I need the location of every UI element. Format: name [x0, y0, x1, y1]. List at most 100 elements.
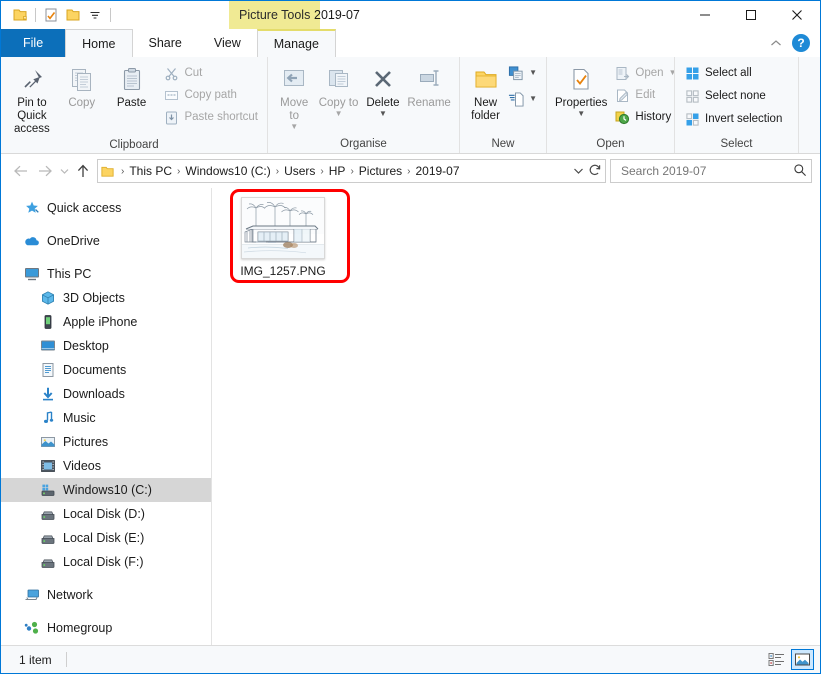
sidebar-item-homegroup[interactable]: Homegroup: [1, 616, 211, 640]
search-icon[interactable]: [793, 163, 807, 180]
easy-access-button[interactable]: ▼: [505, 89, 540, 109]
large-icons-view-button[interactable]: [791, 649, 814, 670]
copy-icon: [67, 63, 97, 97]
copy-path-button[interactable]: Copy path: [160, 85, 261, 105]
breadcrumb-item-hp[interactable]: HP: [325, 164, 350, 178]
open-button[interactable]: Open ▼: [611, 63, 679, 83]
easy-access-chevron-down-icon[interactable]: ▼: [529, 95, 537, 103]
select-none-icon: [684, 88, 700, 104]
file-list-pane[interactable]: IMG_1257.PNG: [212, 188, 820, 645]
sidebar-item-onedrive[interactable]: OneDrive: [1, 229, 211, 253]
sidebar-item-label: Local Disk (F:): [63, 555, 144, 569]
invert-selection-button[interactable]: Invert selection: [681, 109, 785, 129]
sidebar-item-network[interactable]: Network: [1, 583, 211, 607]
forward-button[interactable]: [33, 159, 57, 183]
apple-iphone-icon: [39, 314, 56, 331]
copy-label: Copy: [68, 97, 95, 110]
refresh-icon[interactable]: [588, 163, 602, 180]
sidebar-item-local-disk-d[interactable]: Local Disk (D:): [1, 502, 211, 526]
ribbon-tab-strip-actions: ?: [766, 29, 818, 57]
sidebar-item-3d-objects[interactable]: 3D Objects: [1, 286, 211, 310]
history-button[interactable]: History: [611, 107, 679, 127]
sidebar-item-windows10-c[interactable]: Windows10 (C:): [1, 478, 211, 502]
details-view-button[interactable]: [765, 649, 788, 670]
scissors-icon: [163, 65, 179, 81]
drive-icon: [39, 506, 56, 523]
move-to-chevron-down-icon[interactable]: ▼: [290, 123, 298, 131]
sidebar-item-label: Downloads: [63, 387, 125, 401]
copy-to-button[interactable]: Copy to ▼: [316, 61, 360, 118]
new-folder-icon[interactable]: [62, 4, 84, 26]
delete-chevron-down-icon[interactable]: ▼: [379, 110, 387, 118]
breadcrumb-item-this-pc[interactable]: This PC: [125, 164, 176, 178]
help-icon[interactable]: ?: [792, 34, 810, 52]
cut-button[interactable]: Cut: [160, 63, 261, 83]
sidebar-item-videos[interactable]: Videos: [1, 454, 211, 478]
maximize-button[interactable]: [728, 1, 774, 29]
status-bar: 1 item: [1, 645, 820, 673]
back-button[interactable]: [9, 159, 33, 183]
paste-button[interactable]: Paste: [107, 61, 157, 110]
sidebar-item-documents[interactable]: Documents: [1, 358, 211, 382]
tab-share[interactable]: Share: [133, 29, 198, 57]
pin-to-quick-access-button[interactable]: Pin to Quick access: [7, 61, 57, 136]
edit-button[interactable]: Edit: [611, 85, 679, 105]
list-item-label: IMG_1257.PNG: [240, 264, 325, 278]
edit-icon: [614, 87, 630, 103]
sidebar-item-downloads[interactable]: Downloads: [1, 382, 211, 406]
breadcrumb-item-users[interactable]: Users: [280, 164, 319, 178]
properties-button[interactable]: Properties ▼: [553, 61, 609, 118]
search-box[interactable]: [610, 159, 812, 183]
sidebar-item-apple-iphone[interactable]: Apple iPhone: [1, 310, 211, 334]
sidebar-item-label: Videos: [63, 459, 101, 473]
search-input[interactable]: [619, 163, 793, 179]
easy-access-icon: [508, 91, 524, 107]
sidebar-item-desktop[interactable]: Desktop: [1, 334, 211, 358]
breadcrumb-item-2019-07[interactable]: 2019-07: [411, 164, 463, 178]
tab-manage[interactable]: Manage: [257, 29, 336, 57]
sidebar-item-local-disk-f[interactable]: Local Disk (F:): [1, 550, 211, 574]
new-folder-check-icon[interactable]: [40, 4, 62, 26]
sidebar-item-pictures[interactable]: Pictures: [1, 430, 211, 454]
tab-view[interactable]: View: [198, 29, 257, 57]
paste-icon: [117, 63, 147, 97]
tab-file[interactable]: File: [1, 29, 65, 57]
minimize-button[interactable]: [682, 1, 728, 29]
sidebar-item-local-disk-e[interactable]: Local Disk (E:): [1, 526, 211, 550]
sidebar-item-music[interactable]: Music: [1, 406, 211, 430]
paste-label: Paste: [117, 97, 146, 110]
copy-button[interactable]: Copy: [57, 61, 107, 110]
up-button[interactable]: [71, 159, 95, 183]
move-to-button[interactable]: Move to ▼: [272, 61, 316, 131]
list-item[interactable]: IMG_1257.PNG: [226, 191, 340, 278]
select-none-button[interactable]: Select none: [681, 86, 785, 106]
sidebar-item-quick-access[interactable]: Quick access: [1, 196, 211, 220]
address-path-box[interactable]: › This PC › Windows10 (C:) › Users › HP …: [97, 159, 606, 183]
recent-locations-button[interactable]: [57, 159, 71, 183]
address-chevron-down-icon[interactable]: [573, 164, 584, 178]
new-item-button[interactable]: ▼: [505, 63, 540, 83]
close-button[interactable]: [774, 1, 820, 29]
new-folder-button[interactable]: New folder: [466, 61, 505, 123]
folder-properties-icon[interactable]: [9, 4, 31, 26]
file-thumbnail: [241, 197, 325, 259]
collapse-ribbon-icon[interactable]: [766, 33, 786, 53]
rename-button[interactable]: Rename: [405, 61, 453, 110]
drive-icon: [39, 554, 56, 571]
sidebar-item-label: Documents: [63, 363, 126, 377]
new-item-chevron-down-icon[interactable]: ▼: [529, 69, 537, 77]
paste-shortcut-button[interactable]: Paste shortcut: [160, 107, 261, 127]
breadcrumb-item-pictures[interactable]: Pictures: [355, 164, 406, 178]
customize-qat-icon[interactable]: [84, 4, 106, 26]
select-all-button[interactable]: Select all: [681, 63, 785, 83]
windows-drive-icon: [39, 482, 56, 499]
properties-icon: [566, 63, 596, 97]
delete-button[interactable]: Delete ▼: [361, 61, 405, 118]
breadcrumb-item-windows10-c[interactable]: Windows10 (C:): [181, 164, 274, 178]
contextual-tab-title: Picture Tools: [229, 1, 320, 29]
properties-chevron-down-icon[interactable]: ▼: [577, 110, 585, 118]
copy-to-icon: [324, 63, 354, 97]
copy-to-chevron-down-icon[interactable]: ▼: [335, 110, 343, 118]
tab-home[interactable]: Home: [65, 29, 132, 57]
sidebar-item-this-pc[interactable]: This PC: [1, 262, 211, 286]
